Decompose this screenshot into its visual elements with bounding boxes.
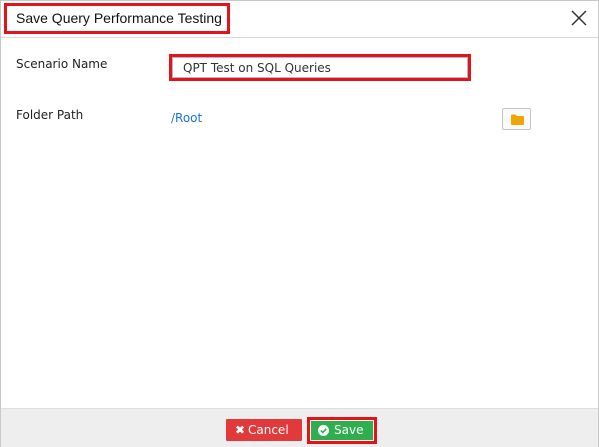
- dialog-footer: ✖ Cancel Save: [1, 408, 598, 447]
- cancel-label: Cancel: [248, 423, 289, 437]
- scenario-name-highlight: [169, 54, 471, 81]
- cancel-button[interactable]: ✖ Cancel: [226, 419, 302, 441]
- scenario-name-label: Scenario Name: [16, 57, 108, 71]
- folder-path-label: Folder Path: [16, 108, 84, 122]
- close-icon: [571, 10, 587, 26]
- check-circle-icon: [318, 425, 329, 436]
- save-highlight: Save: [307, 417, 377, 444]
- folder-path-link[interactable]: /Root: [171, 111, 202, 125]
- cancel-x-icon: ✖: [235, 423, 246, 437]
- dialog-titlebar: Save Query Performance Testing: [1, 1, 598, 38]
- browse-folder-button[interactable]: [502, 108, 531, 130]
- close-button[interactable]: [568, 7, 590, 29]
- dialog-title: Save Query Performance Testing: [4, 3, 230, 34]
- save-button[interactable]: Save: [311, 421, 373, 440]
- save-label: Save: [334, 423, 364, 437]
- folder-icon: [511, 114, 524, 125]
- save-dialog: Save Query Performance Testing Scenario …: [0, 0, 599, 447]
- scenario-name-input[interactable]: [172, 57, 468, 78]
